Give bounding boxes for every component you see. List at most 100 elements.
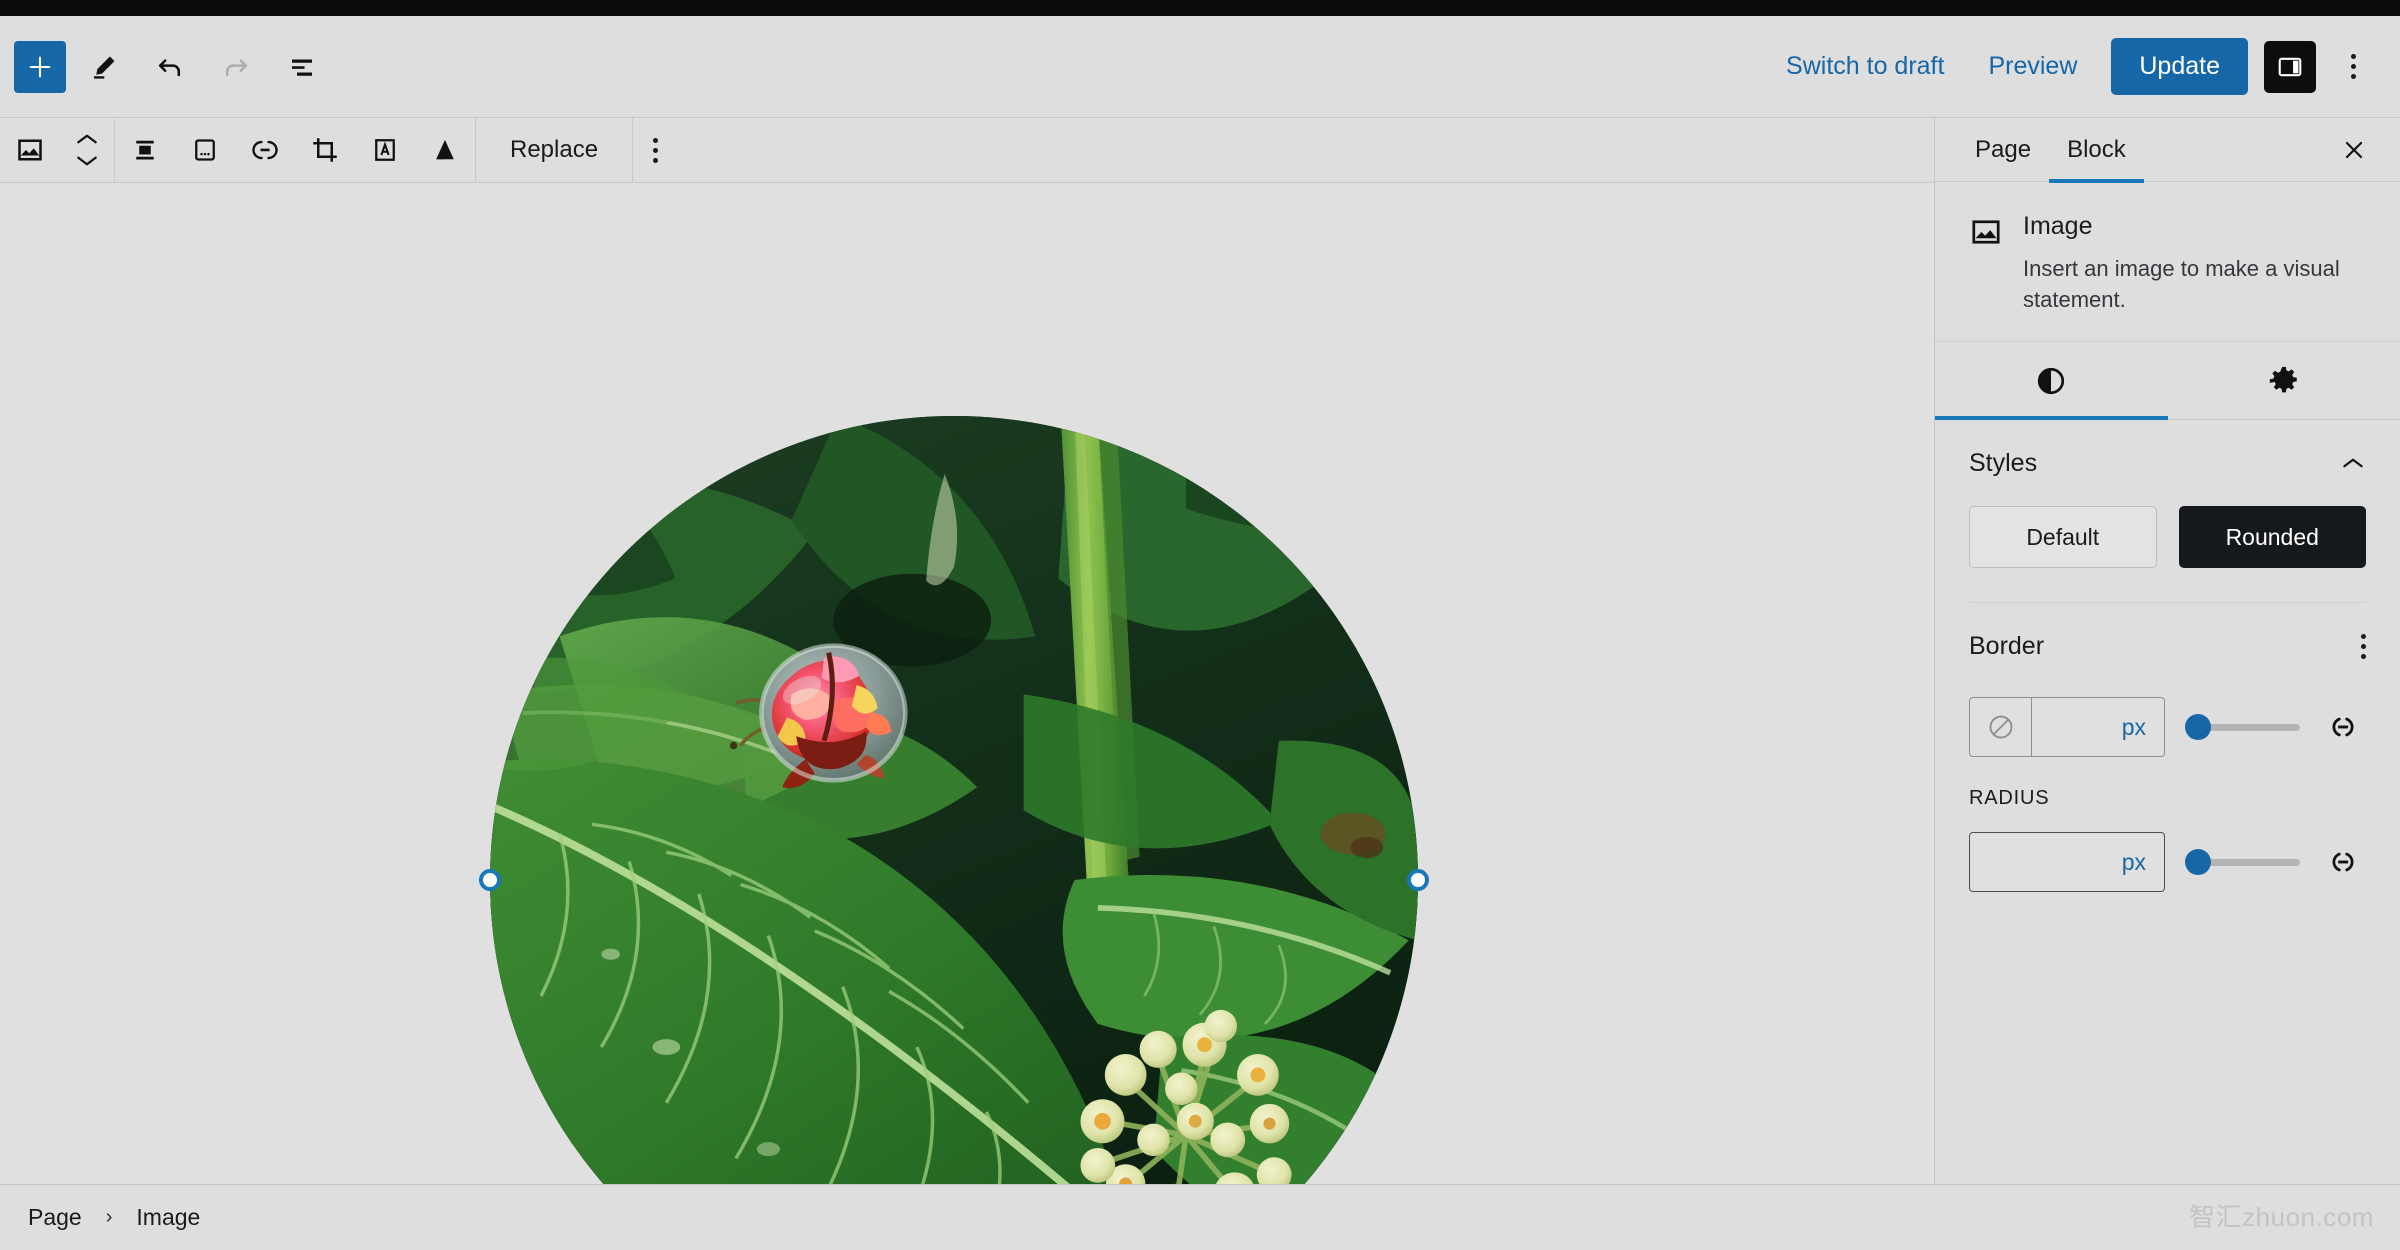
editor-header: Switch to draft Preview Update — [0, 16, 2400, 118]
block-format-group — [115, 118, 475, 183]
preview-button[interactable]: Preview — [1966, 42, 2099, 91]
radius-label: RADIUS — [1969, 787, 2050, 810]
watermark-cn: 智汇 — [2189, 1203, 2243, 1233]
styles-collapse-button[interactable] — [2340, 455, 2366, 471]
redo-button[interactable] — [208, 39, 264, 95]
image-preview[interactable] — [490, 416, 1418, 1184]
close-icon — [2345, 141, 2363, 158]
tab-page[interactable]: Page — [1957, 118, 2049, 182]
redo-icon — [225, 58, 248, 76]
resize-handle-left[interactable] — [479, 869, 501, 891]
block-card-title: Image — [2023, 212, 2093, 240]
insert-link-button[interactable] — [235, 118, 295, 182]
border-width-row: px — [1969, 689, 2366, 758]
image-icon — [18, 139, 42, 161]
header-left-tools — [0, 39, 330, 95]
gear-icon — [2269, 366, 2297, 393]
breadcrumb-item-image[interactable]: Image — [126, 1198, 210, 1237]
radius-link-button[interactable] — [2320, 839, 2366, 885]
resize-handle-right[interactable] — [1407, 869, 1429, 891]
border-width-slider[interactable] — [2185, 714, 2300, 741]
border-link-sides-button[interactable] — [2320, 704, 2366, 750]
plus-icon — [29, 56, 51, 77]
editor-options-button[interactable] — [2326, 40, 2380, 94]
chevron-up-icon — [77, 134, 97, 144]
undo-button[interactable] — [142, 39, 198, 95]
block-info-card: Image Insert an image to make a visual s… — [1935, 182, 2400, 343]
selected-image-block[interactable] — [479, 416, 1429, 1184]
beetle-on-leaf-photo — [490, 416, 1418, 1184]
block-card-description: Insert an image to make a visual stateme… — [2023, 256, 2340, 313]
add-block-button[interactable] — [14, 40, 66, 93]
crop-icon — [313, 138, 337, 162]
header-right-actions: Switch to draft Preview Update — [1764, 38, 2400, 95]
align-button[interactable] — [115, 118, 175, 182]
no-color-icon — [1989, 716, 2012, 739]
breadcrumb-item-page[interactable]: Page — [18, 1198, 92, 1237]
align-icon — [136, 140, 154, 160]
watermark-latin: zhuon.com — [2242, 1202, 2374, 1232]
settings-sidebar-toggle-button[interactable] — [2264, 40, 2316, 93]
border-options-button[interactable] — [2361, 633, 2366, 659]
sidebar-tabs: Page Block — [1935, 118, 2400, 183]
border-section-header: Border — [1969, 603, 2366, 689]
kebab-menu-icon — [652, 137, 658, 163]
close-sidebar-button[interactable] — [2332, 128, 2376, 172]
duotone-filter-button[interactable] — [415, 118, 475, 182]
border-radius-row: px — [1969, 824, 2366, 893]
text-box-icon — [375, 139, 395, 161]
slider-thumb[interactable] — [2185, 849, 2211, 876]
details-button[interactable] — [274, 39, 330, 95]
block-card-text: Image Insert an image to make a visual s… — [2023, 212, 2363, 315]
kebab-menu-icon — [2350, 54, 2356, 79]
styles-section-title: Styles — [1969, 448, 2038, 477]
link-icon — [252, 140, 278, 160]
replace-button[interactable]: Replace — [476, 118, 632, 182]
link-sides-icon — [2332, 718, 2354, 737]
tab-block[interactable]: Block — [2049, 118, 2144, 183]
contrast-icon — [2038, 367, 2065, 395]
update-button[interactable]: Update — [2111, 38, 2248, 95]
tools-pen-button[interactable] — [76, 39, 132, 95]
add-caption-button[interactable] — [175, 118, 235, 182]
watermark: 智汇zhuon.com — [2189, 1197, 2374, 1234]
chevron-up-icon — [2343, 459, 2363, 468]
sidebar-panel-icon — [2278, 57, 2302, 76]
border-section: Border px RADIUS px — [1935, 603, 2400, 893]
border-width-input-group[interactable]: px — [1969, 697, 2165, 758]
switch-to-draft-button[interactable]: Switch to draft — [1764, 42, 1966, 91]
style-rounded-button[interactable]: Rounded — [2178, 506, 2366, 569]
link-sides-icon — [2332, 853, 2354, 872]
block-card-icon-wrap — [1969, 212, 2003, 315]
image-icon — [1972, 220, 2000, 244]
styles-section-header: Styles — [1969, 420, 2366, 506]
editor-canvas — [0, 184, 1934, 1184]
slider-thumb[interactable] — [2185, 714, 2211, 741]
breadcrumb: Page › Image — [0, 1184, 2400, 1250]
undo-icon — [158, 58, 181, 76]
crop-button[interactable] — [295, 118, 355, 182]
tab-settings[interactable] — [2168, 342, 2400, 419]
block-mover[interactable] — [60, 118, 114, 182]
browser-chrome-strip — [0, 0, 2400, 16]
block-type-image-button[interactable] — [0, 118, 60, 182]
wordpress-block-editor: Switch to draft Preview Update Replace P… — [0, 0, 2400, 1250]
block-more-options-button[interactable] — [633, 118, 677, 182]
style-default-button[interactable]: Default — [1969, 506, 2157, 569]
style-variation-buttons: Default Rounded — [1969, 506, 2366, 602]
text-over-image-button[interactable] — [355, 118, 415, 182]
sidebar-icon-tabs — [1935, 342, 2400, 421]
breadcrumb-separator-icon: › — [105, 1206, 113, 1228]
settings-sidebar: Page Block Image Insert an image to make… — [1934, 118, 2400, 1206]
border-width-unit[interactable]: px — [2122, 714, 2164, 741]
caption-icon — [195, 139, 215, 161]
tab-styles[interactable] — [1935, 342, 2168, 421]
border-section-title: Border — [1969, 631, 2045, 660]
border-radius-slider[interactable] — [2185, 849, 2300, 876]
block-type-group — [0, 118, 114, 183]
kebab-menu-icon — [2361, 633, 2366, 659]
chevron-down-icon — [77, 156, 97, 166]
border-color-swatch-button[interactable] — [1970, 698, 2032, 757]
border-radius-unit[interactable]: px — [2122, 849, 2164, 876]
border-radius-input-group[interactable]: px — [1969, 832, 2165, 893]
